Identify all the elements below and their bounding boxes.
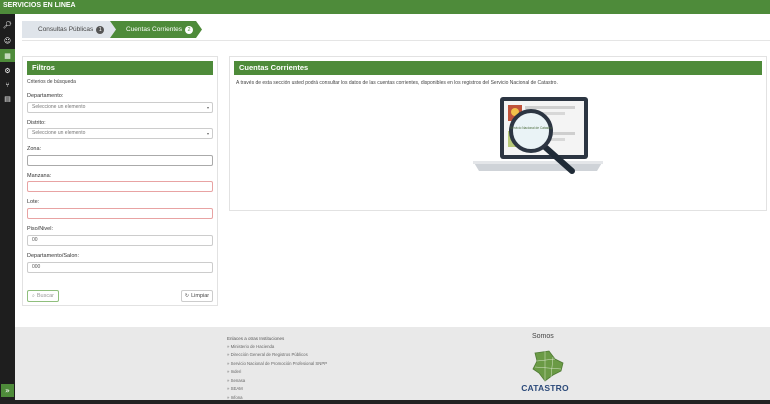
cuentas-panel: Cuentas Corrientes A través de esta secc… <box>229 56 767 211</box>
filters-panel: Filtros Criterios de búsqueda Departamen… <box>22 56 218 306</box>
catastro-map-icon <box>532 350 564 382</box>
somos-heading: Somos <box>532 333 554 340</box>
footer-link[interactable]: » Servicio Nacional de Promoción Profesi… <box>227 361 327 366</box>
sidebar: 🔎︎ ☺ ▦ ⚙ ⑂ ▤ » <box>0 14 15 404</box>
lote-label: Lote: <box>27 199 40 205</box>
top-bar: SERVICIOS EN LINEA <box>0 0 770 14</box>
footer-links-title: Enlaces a otras Instituciones <box>227 336 285 341</box>
tab-badge: 2 <box>185 25 193 34</box>
footer: Enlaces a otras Instituciones » Minister… <box>15 327 770 404</box>
zona-label: Zona: <box>27 146 42 152</box>
distrito-label: Distrito: <box>27 120 46 126</box>
expand-sidebar-button[interactable]: » <box>1 384 14 397</box>
filters-title: Filtros <box>27 61 213 75</box>
search-button[interactable]: ⌕ Buscar <box>27 290 59 302</box>
lote-input[interactable] <box>27 208 213 219</box>
gear-icon[interactable]: ⚙ <box>0 64 15 77</box>
distrito-placeholder: Seleccione un elemento <box>32 130 86 136</box>
logo-text: CATASTRO <box>521 383 569 393</box>
footer-link[interactable]: » Inderi <box>227 369 241 374</box>
fork-icon[interactable]: ⑂ <box>0 78 15 91</box>
user-icon[interactable]: ☺ <box>0 34 15 47</box>
manzana-label: Manzana: <box>27 173 52 179</box>
cuentas-description: A través de esta sección usted podrá con… <box>236 80 558 86</box>
app-title: SERVICIOS EN LINEA <box>3 2 76 9</box>
clear-button[interactable]: ↻ Limpiar <box>181 290 213 302</box>
chevron-down-icon: ▾ <box>206 131 209 136</box>
piso-input[interactable]: 00 <box>27 235 213 246</box>
bottom-bar <box>0 400 770 404</box>
briefcase-icon[interactable]: ▤ <box>0 92 15 105</box>
tab-consultas-publicas[interactable]: Consultas Públicas 1 <box>22 21 116 38</box>
footer-link[interactable]: » Dirección General de Registros Público… <box>227 352 308 357</box>
zona-input[interactable] <box>27 155 213 166</box>
tab-badge: 1 <box>96 25 105 34</box>
tab-label: Consultas Públicas <box>38 26 94 33</box>
manzana-input[interactable] <box>27 181 213 192</box>
cuentas-title: Cuentas Corrientes <box>234 61 762 75</box>
tab-divider <box>22 40 770 41</box>
building-icon[interactable]: ▦ <box>0 49 15 62</box>
search-icon: ⌕ <box>32 293 35 299</box>
footer-link[interactable]: » Senasa <box>227 378 245 383</box>
salon-input[interactable]: 000 <box>27 262 213 273</box>
piso-label: Piso/Nivel: <box>27 226 53 232</box>
tab-label: Cuentas Corrientes <box>126 26 182 33</box>
refresh-icon: ↻ <box>184 293 190 299</box>
chevron-down-icon: ▾ <box>206 105 209 110</box>
footer-link[interactable]: » SEAM <box>227 386 243 391</box>
search-icon[interactable]: 🔎︎ <box>0 18 15 31</box>
footer-link[interactable]: » Ministerio de Hacienda <box>227 344 274 349</box>
filters-subtitle: Criterios de búsqueda <box>27 79 76 85</box>
salon-label: Departamento/Salon: <box>27 253 79 259</box>
laptop-magnifier-illustration: Servicio Nacional de Catastro <box>473 97 603 174</box>
distrito-select[interactable]: Seleccione un elemento ▾ <box>27 128 213 139</box>
departamento-placeholder: Seleccione un elemento <box>32 104 86 110</box>
tab-cuentas-corrientes[interactable]: Cuentas Corrientes 2 <box>110 21 202 38</box>
departamento-select[interactable]: Seleccione un elemento ▾ <box>27 102 213 113</box>
departamento-label: Departamento: <box>27 93 64 99</box>
catastro-logo[interactable]: CATASTRO <box>515 349 575 399</box>
illustration-text: Servicio Nacional de Catastro <box>510 126 552 130</box>
